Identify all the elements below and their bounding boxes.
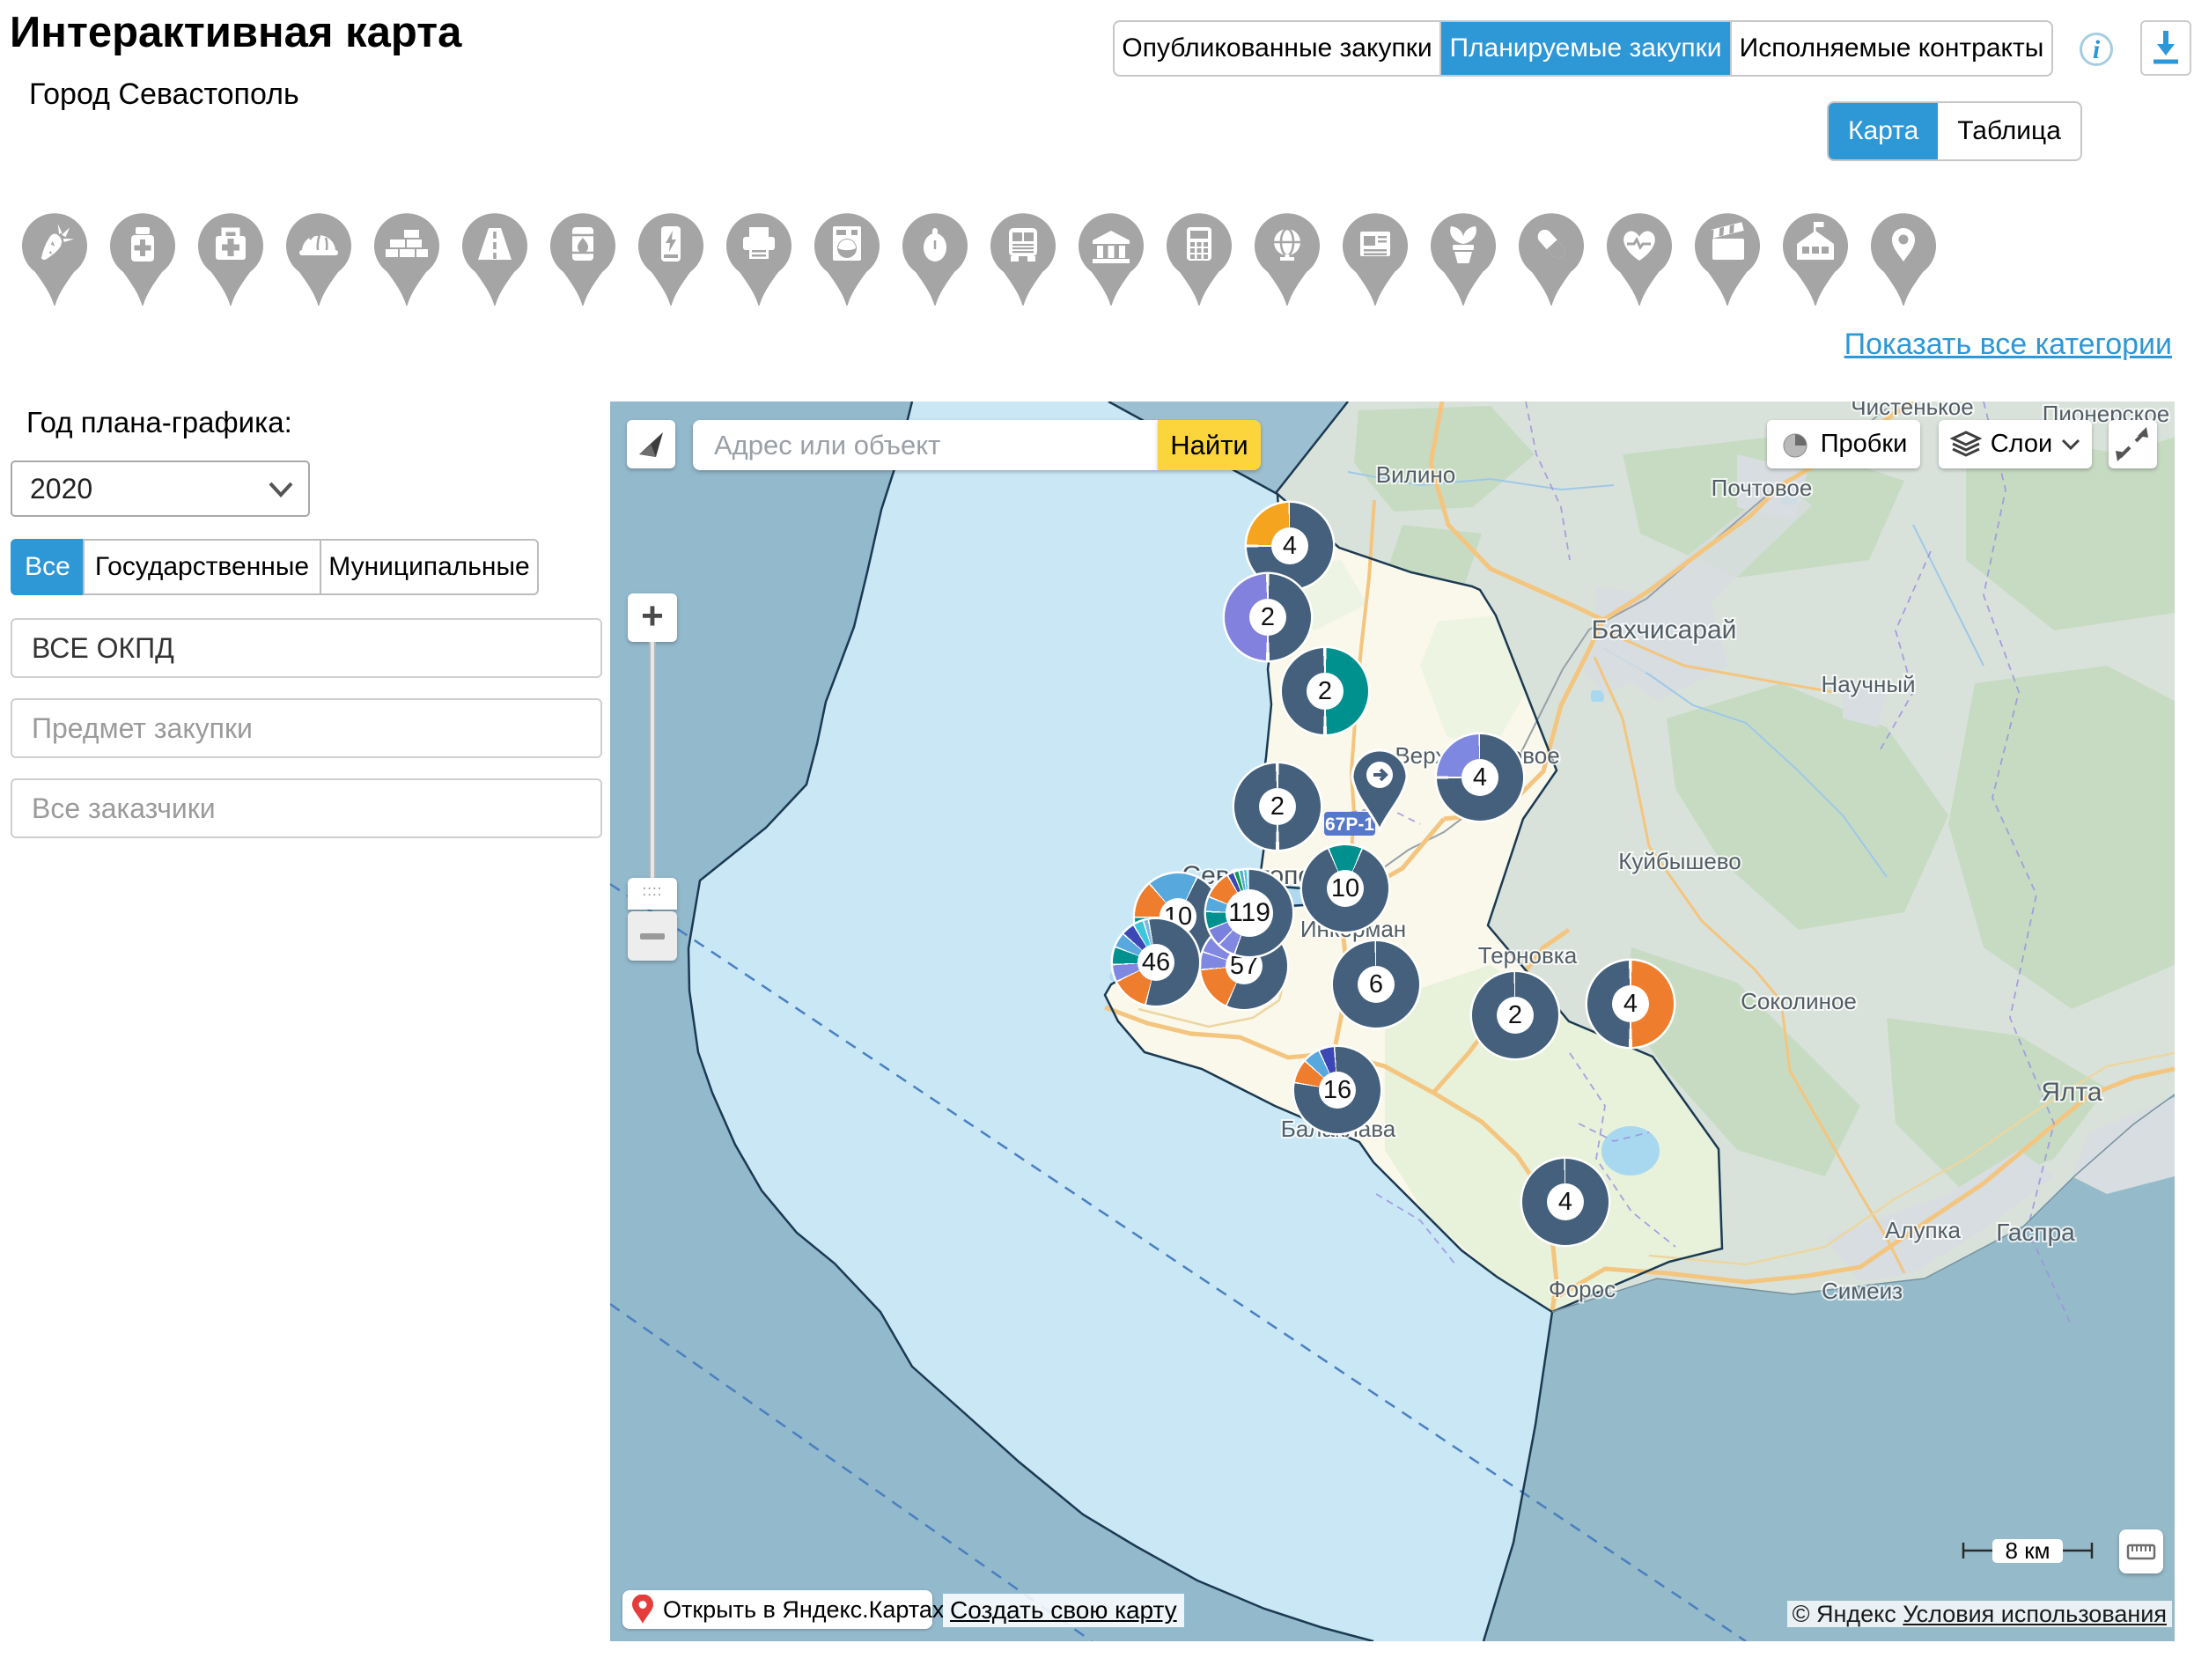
svg-text:Форос: Форос (1549, 1276, 1616, 1302)
svg-text:Алупка: Алупка (1885, 1217, 1962, 1243)
svg-text:Соколиное: Соколиное (1741, 988, 1857, 1014)
svg-text:Куйбышево: Куйбышево (1618, 848, 1741, 874)
svg-text:Чистенькое: Чистенькое (1851, 402, 1973, 420)
svg-text:Терновка: Терновка (1478, 942, 1578, 969)
svg-text:Почтовое: Почтовое (1712, 475, 1813, 501)
svg-text:Научный: Научный (1821, 671, 1915, 697)
svg-text:Бахчисарай: Бахчисарай (1592, 615, 1737, 645)
svg-text:Ялта: Ялта (2041, 1078, 2102, 1107)
svg-text:Вилино: Вилино (1376, 461, 1455, 488)
svg-text:Симеиз: Симеиз (1822, 1278, 1903, 1304)
svg-text:Гаспра: Гаспра (1996, 1219, 2075, 1246)
